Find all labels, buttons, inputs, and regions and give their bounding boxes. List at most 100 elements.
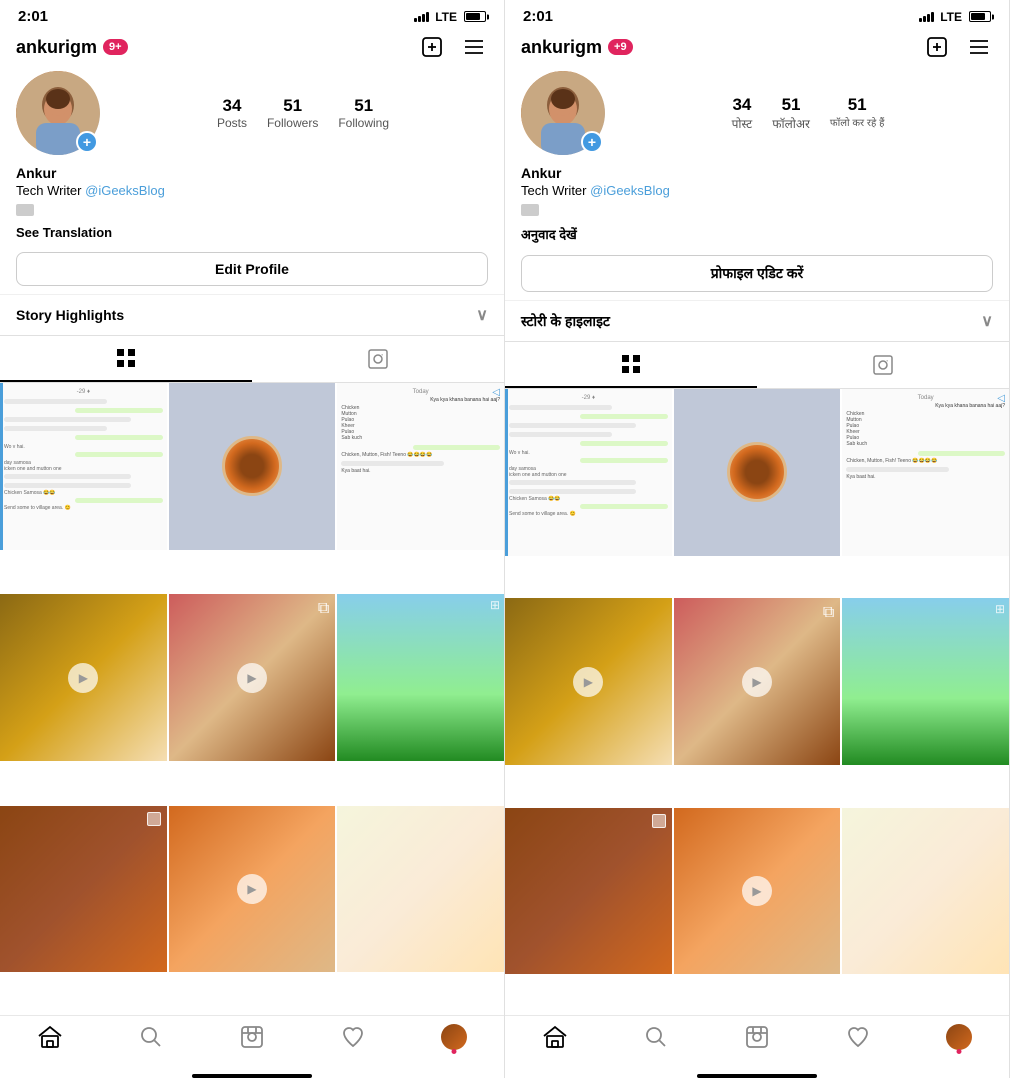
signal-bars-right [919,12,934,22]
posts-count-left: 34 [223,96,242,116]
edit-profile-button-right[interactable]: प्रोफाइल एडिट करें [521,255,993,292]
avatar-container-left[interactable]: + [16,71,100,155]
battery-right [969,11,991,22]
notification-badge-left[interactable]: 9+ [103,39,128,55]
grid-cell-1-right[interactable]: -29 ♦ Wo v hai. day samosa icken one and… [505,389,672,556]
followers-label-left: Followers [267,116,318,130]
profile-header-right: ankurigm +9 [505,29,1009,67]
nav-avatar-left [441,1024,467,1050]
grid-cell-6-right[interactable]: ⊞ [842,598,1009,765]
story-highlights-label-left: Story Highlights [16,307,124,323]
grid-cell-7-right[interactable] [505,808,672,975]
story-highlights-right[interactable]: स्टोरी के हाइलाइट ∨ [505,300,1009,341]
story-highlights-left[interactable]: Story Highlights ∨ [0,294,504,335]
grid-cell-3-right[interactable]: Today Kya kya khana banana hai aaj? Chic… [842,389,1009,556]
left-phone: 2:01 LTE ankurigm 9+ [0,0,505,1078]
multi-icon-5-left: ⧉ [318,600,329,618]
bio-link-left[interactable]: @iGeeksBlog [85,183,165,198]
username-area-right: ankurigm +9 [521,37,915,58]
menu-button-left[interactable] [460,33,488,61]
notification-badge-right[interactable]: +9 [608,39,633,55]
profile-info-left: + 34 Posts 51 Followers 51 Following [0,67,504,163]
signal-bar-r3 [927,14,930,22]
add-post-button-right[interactable] [923,33,951,61]
nav-search-left[interactable] [101,1024,202,1050]
chevron-down-icon-left: ∨ [476,305,488,325]
story-indicator-left-1 [0,383,3,550]
add-story-button-left[interactable]: + [76,131,98,153]
add-post-button-left[interactable] [418,33,446,61]
tab-grid-left[interactable] [0,336,252,382]
add-story-button-right[interactable]: + [581,131,603,153]
nav-home-right[interactable] [505,1024,606,1050]
see-translation-right[interactable]: अनुवाद देखें [505,223,1009,251]
header-icons-left [418,33,488,61]
tab-tag-right[interactable] [757,342,1009,388]
followers-count-left: 51 [283,96,302,116]
nav-reels-right[interactable] [707,1024,808,1050]
signal-bar-3 [422,14,425,22]
grid-cell-4-right[interactable]: ▶ [505,598,672,765]
menu-button-right[interactable] [965,33,993,61]
signal-bar-r4 [931,12,934,22]
grid-cell-6-left[interactable]: ⊞ [337,594,504,761]
tab-grid-right[interactable] [505,342,757,388]
status-time-left: 2:01 [18,8,48,25]
grid-cell-5-right[interactable]: ▶ ⧉ [674,598,841,765]
bio-link-right[interactable]: @iGeeksBlog [590,183,670,198]
posts-label-left: Posts [217,116,247,130]
stat-followers-right[interactable]: 51 फॉलोअर [772,95,810,132]
grid-cell-4-left[interactable]: ▶ [0,594,167,761]
bio-occupation-right: Tech Writer @iGeeksBlog [521,183,993,198]
bottom-nav-right [505,1015,1009,1070]
grid-cell-7-left[interactable] [0,806,167,973]
nav-avatar-right [946,1024,972,1050]
grid-cell-8-left[interactable]: ▶ [169,806,336,973]
grid-cell-5-left[interactable]: ▶ ⧉ [169,594,336,761]
grid-cell-9-left[interactable] [337,806,504,973]
stat-following-right[interactable]: 51 फॉलो कर रहे हैं [830,95,885,132]
see-translation-left[interactable]: See Translation [0,223,504,248]
stat-posts-right[interactable]: 34 पोस्ट [732,95,753,132]
avatar-container-right[interactable]: + [521,71,605,155]
tab-bar-right [505,341,1009,389]
nav-home-left[interactable] [0,1024,101,1050]
stat-posts-left[interactable]: 34 Posts [217,96,247,130]
username-left: ankurigm [16,37,97,58]
nav-heart-left[interactable] [302,1024,403,1050]
nav-search-right[interactable] [606,1024,707,1050]
nav-heart-right[interactable] [807,1024,908,1050]
grid-cell-1-left[interactable]: -29 ♦ Wo v hai. day samosa icken one and… [0,383,167,550]
flag-icon-right [521,204,539,216]
home-indicator-left [192,1074,312,1078]
right-phone: 2:01 LTE ankurigm +9 [505,0,1010,1078]
grid-cell-3-left[interactable]: Today Kya kya khana banana hai aaj? Chic… [337,383,504,550]
stat-followers-left[interactable]: 51 Followers [267,96,318,130]
stat-following-left[interactable]: 51 Following [338,96,389,130]
active-dot-right [956,1049,961,1054]
grid-cell-9-right[interactable] [842,808,1009,975]
grid-cell-8-right[interactable]: ▶ [674,808,841,975]
following-count-left: 51 [354,96,373,116]
posts-label-right: पोस्ट [732,115,753,132]
play-icon-5-left: ▶ [237,663,267,693]
username-right: ankurigm [521,37,602,58]
nav-reels-left[interactable] [202,1024,303,1050]
grid-cell-2-right[interactable] [674,389,841,556]
status-icons-right: LTE [919,10,991,24]
edit-profile-button-left[interactable]: Edit Profile [16,252,488,286]
chevron-down-icon-right: ∨ [981,311,993,331]
nav-profile-right[interactable] [908,1024,1009,1050]
status-time-right: 2:01 [523,8,553,25]
status-bar-left: 2:01 LTE [0,0,504,29]
nav-profile-left[interactable] [403,1024,504,1050]
status-bar-right: 2:01 LTE [505,0,1009,29]
header-icons-right [923,33,993,61]
pie-image-right [727,442,787,502]
tab-tag-left[interactable] [252,336,504,382]
status-icons-left: LTE [414,10,486,24]
play-icon-4-left: ▶ [68,663,98,693]
grid-cell-2-left[interactable] [169,383,336,550]
following-label-left: Following [338,116,389,130]
signal-bar-r2 [923,16,926,22]
